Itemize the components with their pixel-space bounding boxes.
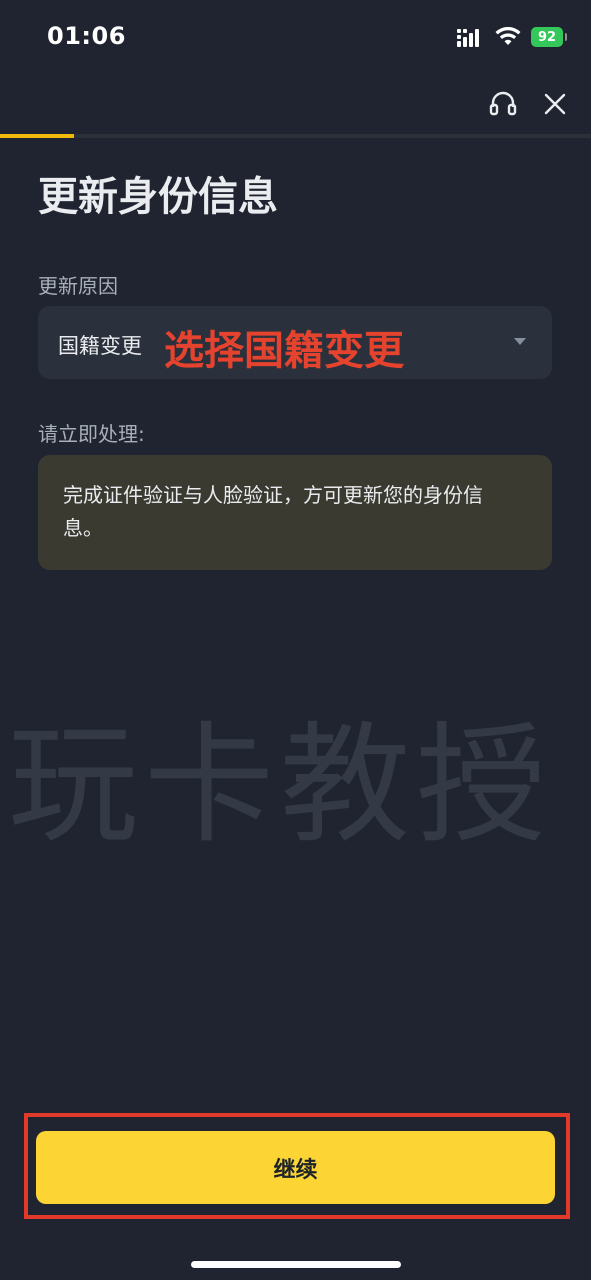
status-icons: 92 [457, 25, 567, 49]
watermark: 玩卡教授 [8, 709, 553, 861]
annotation-text: 选择国籍变更 [164, 328, 404, 374]
notice-text: 完成证件验证与人脸验证，方可更新您的身份信息。 [63, 483, 483, 540]
continue-button[interactable]: 继续 [36, 1131, 555, 1204]
screen: 01:06 92 更新身份信息 更新原因 国籍变更 选择国籍变更 请立即处理: … [0, 0, 591, 1280]
progress-bar [0, 134, 591, 138]
progress-fill [0, 134, 74, 138]
wifi-icon [495, 27, 521, 45]
status-time: 01:06 [47, 22, 126, 50]
action-label: 请立即处理: [38, 422, 145, 446]
reason-label: 更新原因 [38, 274, 118, 298]
close-button[interactable] [539, 86, 571, 122]
page-title: 更新身份信息 [38, 174, 278, 220]
headset-icon [489, 91, 517, 116]
home-indicator [191, 1261, 401, 1268]
battery-level: 92 [537, 29, 557, 45]
top-actions [487, 86, 571, 122]
dropdown-caret-icon [514, 338, 526, 345]
signal-icon [457, 29, 479, 47]
reason-select[interactable]: 国籍变更 选择国籍变更 [38, 306, 552, 379]
selected-reason: 国籍变更 [58, 334, 142, 358]
close-icon [544, 93, 566, 115]
notice-box: 完成证件验证与人脸验证，方可更新您的身份信息。 [38, 455, 552, 570]
support-button[interactable] [487, 86, 519, 122]
status-bar: 01:06 92 [0, 0, 591, 76]
battery-icon: 92 [531, 27, 567, 47]
